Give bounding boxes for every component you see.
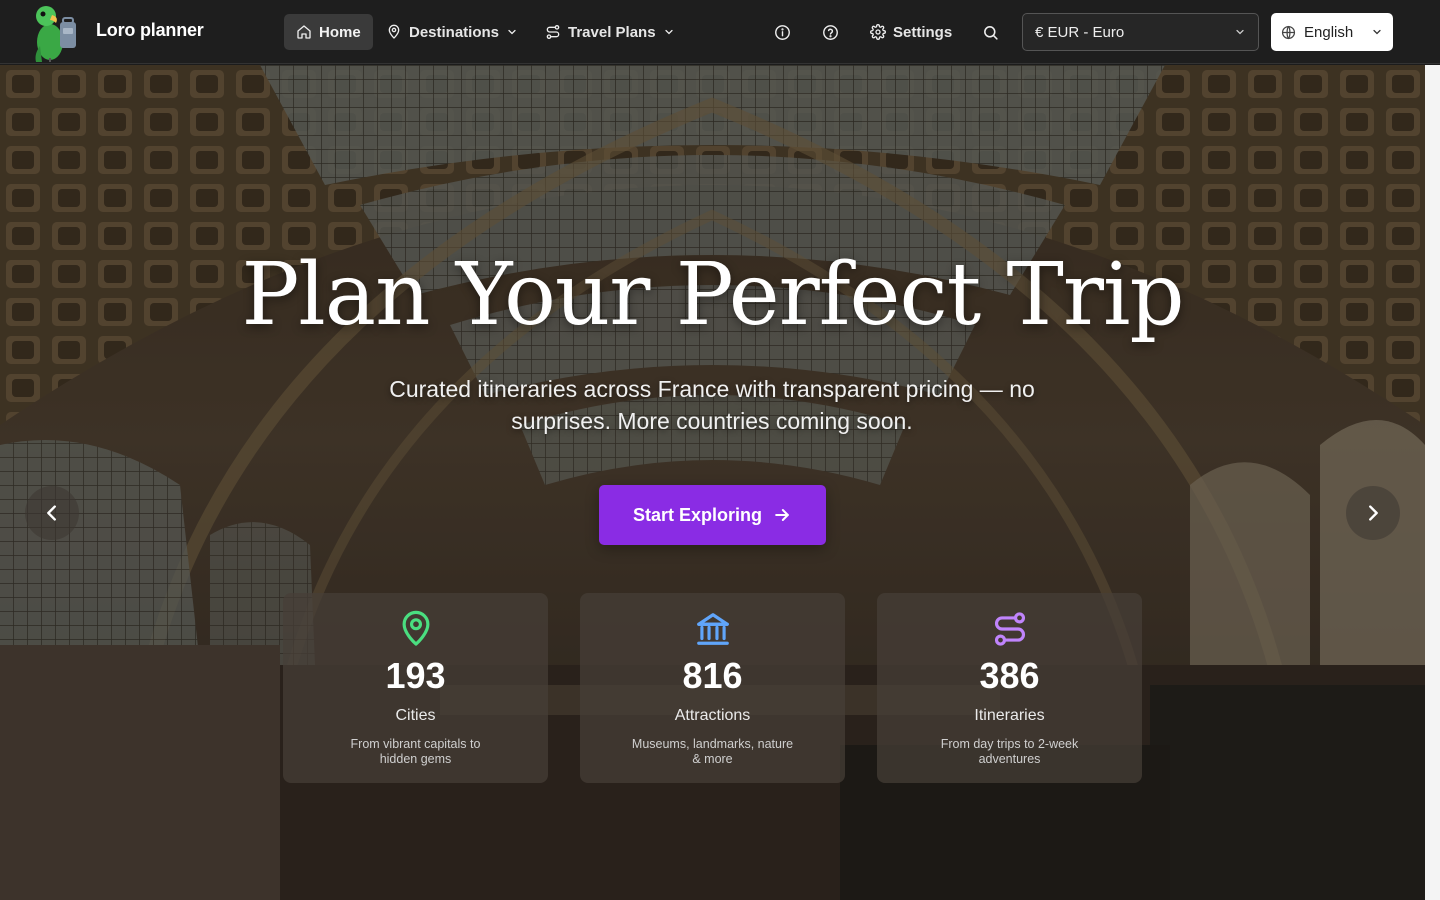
nav-home-label: Home [319,23,361,41]
stat-itineraries-label: Itineraries [974,707,1045,724]
hero-title: Plan Your Perfect Trip [241,245,1184,345]
stat-cities-label: Cities [395,707,436,724]
nav-travel-plans-label: Travel Plans [568,23,656,41]
nav-destinations[interactable]: Destinations [374,14,530,50]
nav-settings-label: Settings [893,23,953,41]
landmark-icon [696,613,729,645]
carousel-next-button[interactable] [1346,486,1400,540]
stat-card-itineraries: 386 Itineraries From day trips to 2-week… [877,593,1142,783]
home-icon [297,25,311,39]
chevron-down-icon [1236,29,1244,35]
globe-icon [1281,25,1296,39]
language-value: English [1304,23,1354,41]
currency-value: € EUR - Euro [1035,23,1125,41]
stat-cities-description: From vibrant capitals to hidden gems [350,737,481,766]
info-button[interactable] [766,16,798,48]
arrow-right-icon [775,509,789,521]
chevron-down-icon [664,29,673,35]
nav-home[interactable]: Home [284,14,373,50]
stat-attractions-value: 816 [682,655,743,696]
search-icon [983,25,998,40]
nav-destinations-label: Destinations [409,23,500,41]
help-button[interactable] [814,16,846,48]
info-icon [774,24,790,40]
hero-section: Plan Your Perfect Trip Curated itinerari… [0,65,1425,900]
help-circle-icon [822,24,838,40]
stat-card-cities: 193 Cities From vibrant capitals to hidd… [283,593,548,783]
start-exploring-button[interactable]: Start Exploring [599,485,826,545]
brand-name[interactable]: Loro planner [96,20,204,41]
route-icon [546,25,560,39]
nav-travel-plans[interactable]: Travel Plans [533,14,687,50]
map-pin-icon [402,610,429,646]
nav-settings[interactable]: Settings [858,14,952,50]
route-icon [994,612,1025,646]
stat-itineraries-value: 386 [979,655,1040,696]
chevron-down-icon [508,29,516,35]
carousel-prev-button[interactable] [25,486,79,540]
parrot-logo-icon[interactable] [30,2,82,62]
search-button[interactable] [974,16,1006,48]
stat-attractions-label: Attractions [674,707,751,724]
map-pin-icon [388,24,400,39]
chevron-right-icon [1369,505,1378,521]
top-navbar: Loro planner Home Destinations Travel Pl… [0,0,1440,64]
chevron-left-icon [47,505,56,521]
start-exploring-label: Start Exploring [632,504,762,525]
stat-cities-value: 193 [385,655,446,696]
currency-select[interactable]: € EUR - Euro [1022,13,1259,51]
gear-icon [870,24,886,40]
stat-itineraries-description: From day trips to 2-week adventures [940,737,1079,766]
stat-attractions-description: Museums, landmarks, nature & more [631,737,794,766]
chevron-down-icon [1373,29,1381,35]
stat-card-attractions: 816 Attractions Museums, landmarks, natu… [580,593,845,783]
language-select[interactable]: English [1271,13,1393,51]
page-scrollbar[interactable] [1425,65,1440,900]
hero-subtitle: Curated itineraries across France with t… [389,376,1035,434]
